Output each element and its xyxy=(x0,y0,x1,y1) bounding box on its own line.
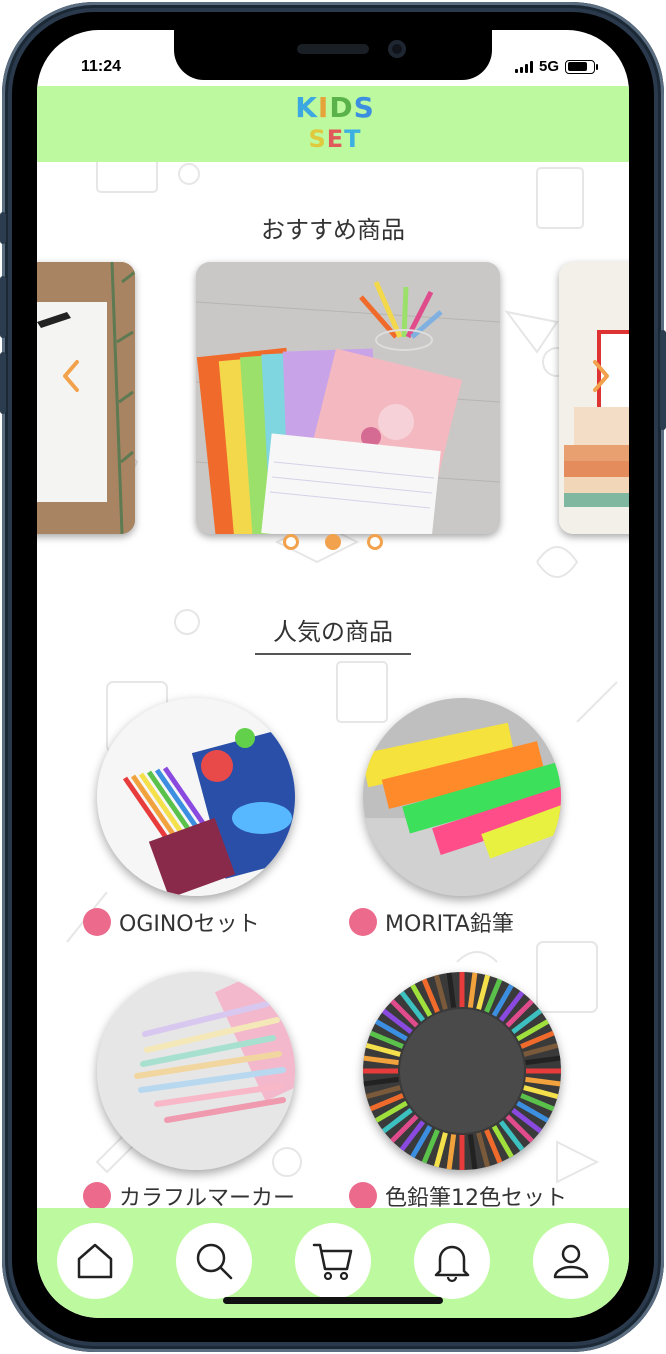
logo-letter: T xyxy=(344,125,362,153)
slide-image-books xyxy=(559,262,629,534)
bell-icon xyxy=(434,1245,470,1283)
recommended-title: おすすめ商品 xyxy=(261,216,405,244)
logo-line-set: SET xyxy=(295,124,375,154)
tab-notifications[interactable] xyxy=(414,1223,490,1299)
tab-profile[interactable] xyxy=(533,1223,609,1299)
bullet-icon xyxy=(349,908,377,936)
kids-set-logo[interactable]: KIDS SET xyxy=(295,92,375,156)
tab-search[interactable] xyxy=(176,1223,252,1299)
logo-letter: S xyxy=(353,91,375,124)
slide-image-stationery xyxy=(37,262,135,534)
speaker xyxy=(297,44,369,54)
app-header: KIDS SET xyxy=(37,86,629,162)
home-icon xyxy=(77,1243,113,1279)
bullet-icon xyxy=(349,1182,377,1210)
main-content[interactable]: おすすめ商品 人気の商品 OGINOセット MORITA鉛筆 カラフルマーカー … xyxy=(37,162,629,1211)
logo-letter: K xyxy=(295,91,318,124)
product-label[interactable]: OGINOセット xyxy=(83,906,260,938)
battery-icon xyxy=(565,59,598,74)
power-button xyxy=(660,330,666,430)
signal-icon xyxy=(514,60,533,73)
volume-up-button xyxy=(0,276,6,338)
popular-section-header: 人気の商品 xyxy=(37,612,629,655)
product-card[interactable]: カラフルマーカー xyxy=(83,972,343,1212)
network-type: 5G xyxy=(538,58,559,75)
product-card[interactable]: OGINOセット xyxy=(83,698,343,938)
bullet-icon xyxy=(83,1182,111,1210)
carousel-next-arrow[interactable] xyxy=(585,356,615,396)
product-image[interactable] xyxy=(363,698,561,896)
battery-fill xyxy=(567,62,588,71)
carousel-slide-prev[interactable] xyxy=(37,262,135,534)
volume-down-button xyxy=(0,352,6,414)
carousel-pagination xyxy=(37,534,629,550)
carousel-dot[interactable] xyxy=(367,534,383,550)
logo-letter: E xyxy=(326,125,345,153)
logo-letter: S xyxy=(308,125,327,153)
product-card[interactable]: MORITA鉛筆 xyxy=(349,698,609,938)
carousel-prev-arrow[interactable] xyxy=(57,356,87,396)
status-indicators: 5G xyxy=(514,58,598,75)
status-time: 11:24 xyxy=(81,58,122,75)
logo-letter: D xyxy=(329,91,354,124)
bullet-icon xyxy=(83,908,111,936)
product-name: OGINOセット xyxy=(119,912,260,937)
product-image[interactable] xyxy=(97,972,295,1170)
logo-line-kids: KIDS xyxy=(295,92,375,124)
product-name: MORITA鉛筆 xyxy=(385,912,514,937)
front-camera xyxy=(388,40,406,58)
slide-image-notebooks xyxy=(196,262,500,534)
bottom-tab-bar xyxy=(37,1208,629,1318)
product-image[interactable] xyxy=(363,972,561,1170)
product-card[interactable]: 色鉛筆12色セット xyxy=(349,972,609,1212)
carousel-slide-active[interactable] xyxy=(196,262,500,534)
logo-letter: I xyxy=(317,91,330,124)
search-icon xyxy=(196,1243,233,1280)
phone-screen: 11:24 5G KIDS SET おすすめ商品 人気の商品 OGINOセット … xyxy=(37,30,629,1318)
tab-home[interactable] xyxy=(57,1223,133,1299)
product-image[interactable] xyxy=(97,698,295,896)
carousel-slide-next[interactable] xyxy=(559,262,629,534)
tab-cart[interactable] xyxy=(295,1223,371,1299)
carousel-dot[interactable] xyxy=(283,534,299,550)
notch xyxy=(174,30,492,80)
silent-switch xyxy=(0,212,6,244)
carousel-dot-active[interactable] xyxy=(325,534,341,550)
home-indicator xyxy=(223,1297,443,1304)
popular-title: 人気の商品 xyxy=(255,612,411,655)
cart-icon xyxy=(312,1243,353,1281)
user-icon xyxy=(553,1244,589,1279)
product-label[interactable]: MORITA鉛筆 xyxy=(349,906,514,938)
